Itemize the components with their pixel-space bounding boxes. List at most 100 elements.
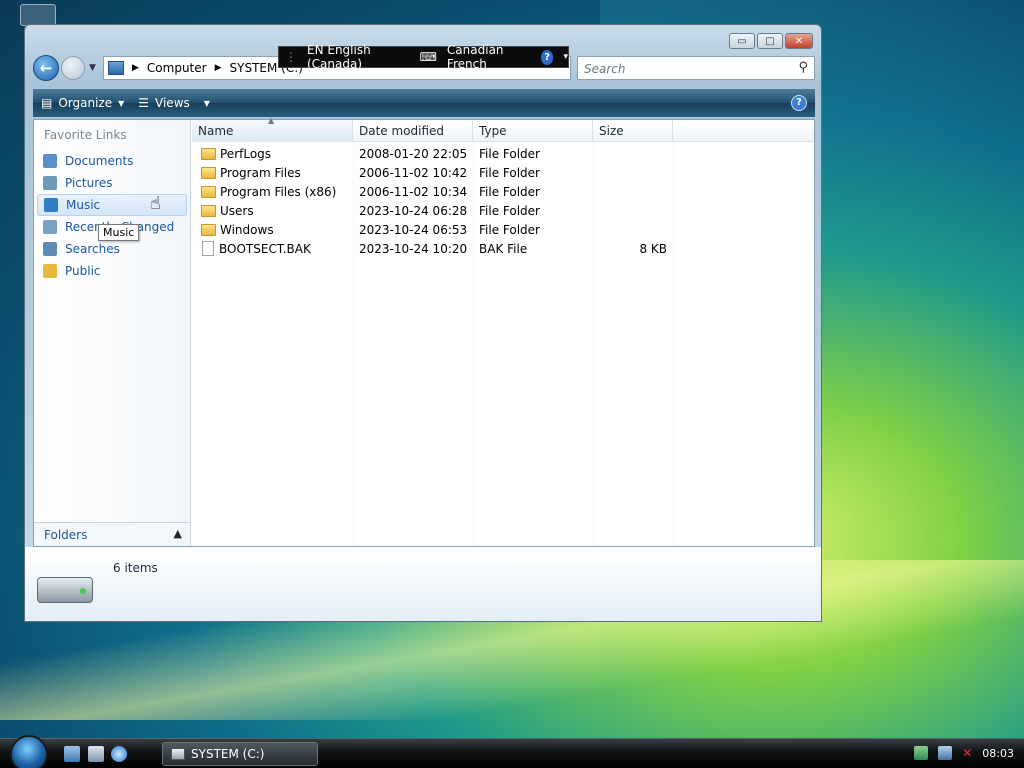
column-header-label: Type <box>479 124 507 138</box>
search-icon[interactable]: ⚲ <box>798 60 808 75</box>
cell-name: PerfLogs <box>192 147 353 161</box>
system-tray: ✕ 08:03 <box>914 746 1014 760</box>
favorite-link-label: Documents <box>65 154 134 168</box>
file-icon <box>202 241 214 256</box>
internet-explorer-icon[interactable] <box>111 746 127 762</box>
language-help-icon[interactable]: ? <box>540 49 554 65</box>
language-bar-grip-icon[interactable]: ⋮ <box>285 50 297 64</box>
views-label: Views <box>155 96 190 110</box>
recent-pages-dropdown[interactable]: ▼ <box>89 63 96 73</box>
searches-icon <box>43 242 57 256</box>
back-button[interactable]: ← <box>33 55 59 81</box>
minimize-button[interactable]: ▭ <box>729 33 755 49</box>
cell-name: Windows <box>192 223 353 237</box>
favorite-link-label: Public <box>65 264 101 278</box>
language-bar-options-icon[interactable]: ▾ <box>563 52 568 62</box>
close-button[interactable]: ✕ <box>785 33 813 49</box>
favorite-link-public[interactable]: Public <box>37 260 187 282</box>
cell-size: 8 KB <box>639 241 667 256</box>
computer-icon <box>108 61 124 75</box>
search-placeholder: Search <box>584 62 626 76</box>
cell-type: File Folder <box>479 184 540 199</box>
search-input[interactable]: Search ⚲ <box>577 56 815 80</box>
cell-type: File Folder <box>479 222 540 237</box>
favorite-link-pictures[interactable]: Pictures <box>37 172 187 194</box>
views-button[interactable]: ☰ Views ▼ <box>138 96 210 110</box>
cell-name: Program Files <box>192 166 353 180</box>
cell-type: File Folder <box>479 165 540 180</box>
column-header-date-modified[interactable]: Date modified <box>353 120 473 142</box>
keyboard-layout[interactable]: Canadian French <box>447 43 531 71</box>
organize-icon: ▤ <box>41 96 53 110</box>
folder-icon <box>201 166 216 179</box>
file-row[interactable]: BOOTSECT.BAK 2023-10-24 10:20 BAK File 8 KB <box>192 239 814 258</box>
explorer-window: ▭ □ ✕ ← ▼ ▶ Computer ▶ SYSTEM (C:) Searc… <box>24 24 822 622</box>
file-row[interactable]: Program Files (x86) 2006-11-02 10:34 File … <box>192 182 814 201</box>
taskbar: SYSTEM (C:) ✕ 08:03 <box>0 735 1024 768</box>
music-icon <box>44 198 58 212</box>
cell-date-modified: 2006-11-02 10:34 <box>359 184 468 199</box>
cell-name: BOOTSECT.BAK <box>192 241 353 256</box>
organize-button[interactable]: ▤ Organize ▼ <box>41 96 124 110</box>
breadcrumb-computer[interactable]: Computer <box>147 61 207 75</box>
network-status-icon[interactable] <box>914 746 929 760</box>
display-icon[interactable] <box>938 746 953 760</box>
breadcrumb-chevron-icon[interactable]: ▶ <box>132 63 139 73</box>
language-bar[interactable]: ⋮ EN English (Canada) ⌨ Canadian French … <box>278 43 569 71</box>
switch-windows-icon[interactable] <box>88 746 104 762</box>
favorite-link-label: Pictures <box>65 176 113 190</box>
start-button[interactable] <box>10 735 48 768</box>
cell-type: File Folder <box>479 203 540 218</box>
keyboard-icon: ⌨ <box>419 50 437 64</box>
pictures-icon <box>43 176 57 190</box>
cell-name: Users <box>192 204 353 218</box>
column-header-size[interactable]: Size <box>593 120 673 142</box>
public-folder-icon <box>43 264 57 278</box>
help-button[interactable]: ? <box>791 95 807 111</box>
navigation-pane: Favorite Links Documents Pictures Music Rec… <box>34 120 191 546</box>
input-language[interactable]: EN English (Canada) <box>307 43 410 71</box>
breadcrumb-chevron-icon[interactable]: ▶ <box>215 63 222 73</box>
file-name: PerfLogs <box>220 146 272 161</box>
favorite-link-music[interactable]: Music <box>37 194 187 216</box>
taskbar-button-label: SYSTEM (C:) <box>191 747 265 761</box>
column-header-type[interactable]: Type <box>473 120 593 142</box>
column-header-name[interactable]: ▲ Name <box>192 116 353 142</box>
views-icon: ☰ <box>138 96 150 110</box>
column-header-row: ▲ Name Date modified Type Size <box>192 116 814 142</box>
file-row[interactable]: Program Files 2006-11-02 10:42 File Folder <box>192 163 814 182</box>
items-count: 6 items <box>113 561 158 575</box>
favorite-link-documents[interactable]: Documents <box>37 150 187 172</box>
file-row[interactable]: Users 2023-10-24 06:28 File Folder <box>192 201 814 220</box>
folders-toggle[interactable]: Folders ▲ <box>34 522 190 546</box>
cell-date-modified: 2008-01-20 22:05 <box>359 146 468 161</box>
drive-icon <box>171 748 185 760</box>
folder-icon <box>201 147 216 160</box>
back-arrow-icon: ← <box>39 59 53 77</box>
column-header-label: Date modified <box>359 124 445 138</box>
hand-cursor-icon: ☝ <box>150 193 161 214</box>
volume-muted-icon[interactable]: ✕ <box>962 746 972 760</box>
file-row[interactable]: Windows 2023-10-24 06:53 File Folder <box>192 220 814 239</box>
column-header-label: Size <box>599 124 624 138</box>
folder-icon <box>201 185 216 198</box>
cell-type: File Folder <box>479 146 540 161</box>
folder-icon <box>201 204 216 217</box>
maximize-button[interactable]: □ <box>757 33 783 49</box>
taskbar-button-explorer[interactable]: SYSTEM (C:) <box>162 742 318 766</box>
clock[interactable]: 08:03 <box>982 747 1014 760</box>
caption-buttons: ▭ □ ✕ <box>729 33 813 49</box>
forward-button[interactable] <box>61 56 85 80</box>
favorite-links-list: Documents Pictures Music Recently Changed Se… <box>34 150 190 282</box>
recently-changed-icon <box>43 220 57 234</box>
command-toolbar: ▤ Organize ▼ ☰ Views ▼ ? <box>33 89 815 117</box>
show-desktop-icon[interactable] <box>64 746 80 762</box>
chevron-up-icon: ▲ <box>173 527 182 540</box>
recycle-bin-icon[interactable] <box>20 4 56 26</box>
chevron-down-icon: ▼ <box>203 98 210 108</box>
file-list-pane: ▲ Name Date modified Type Size PerfLogs 2… <box>192 116 814 546</box>
favorite-link-searches[interactable]: Searches <box>37 238 187 260</box>
file-row[interactable]: PerfLogs 2008-01-20 22:05 File Folder <box>192 144 814 163</box>
chevron-down-icon: ▼ <box>118 98 125 108</box>
favorite-link-label: Searches <box>65 242 120 256</box>
